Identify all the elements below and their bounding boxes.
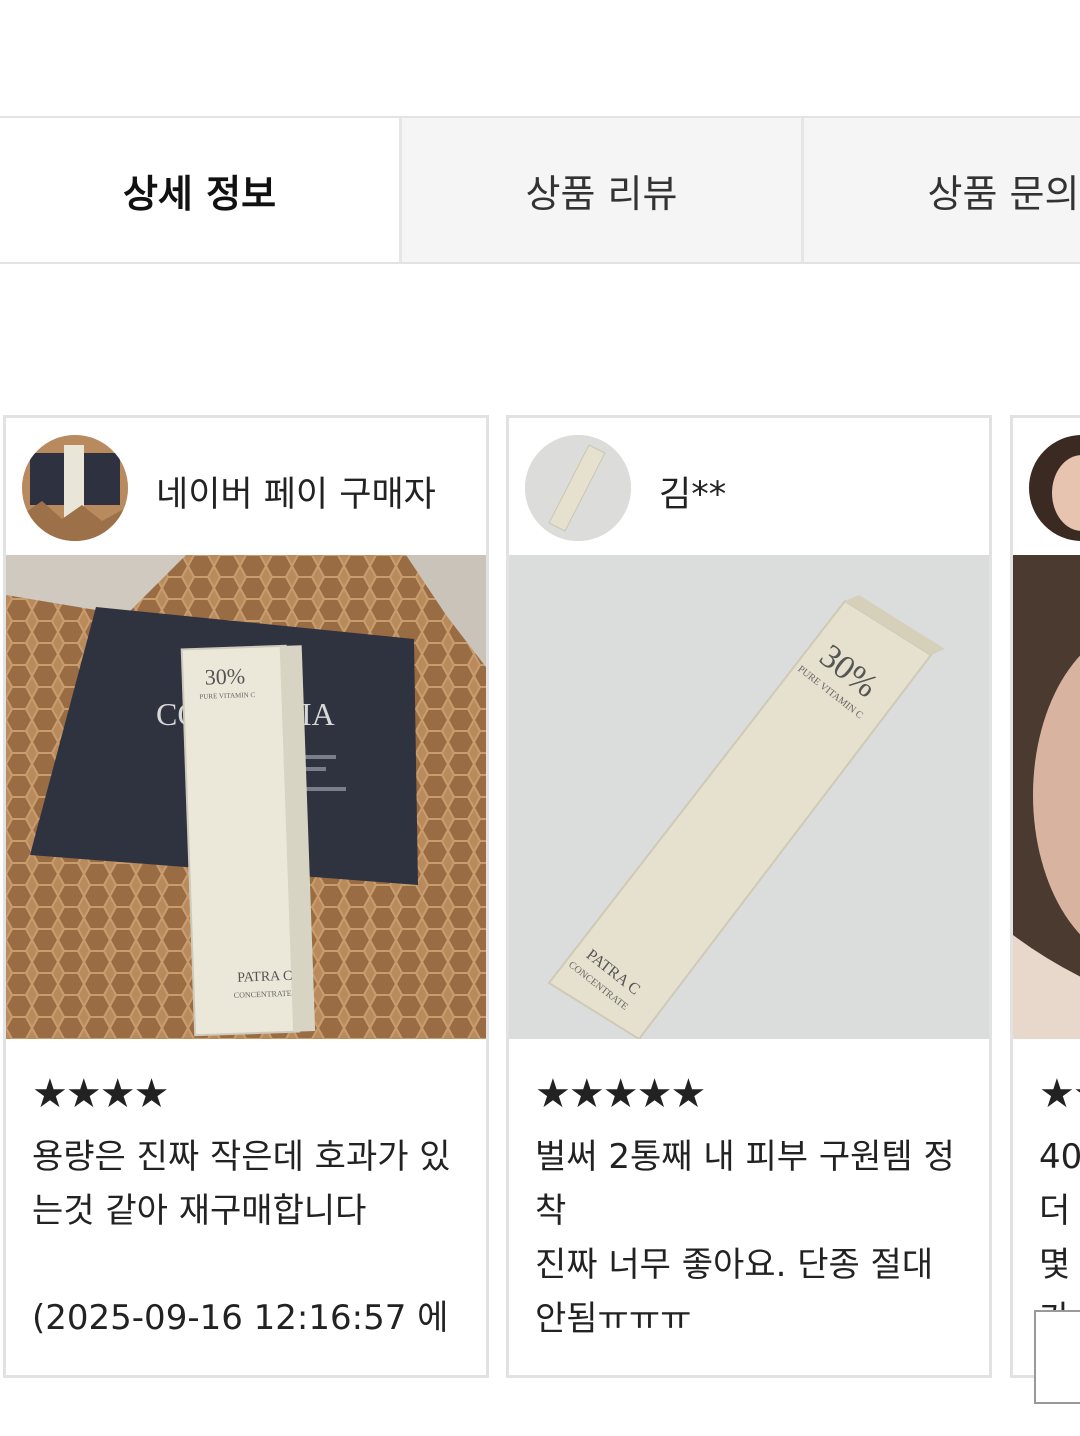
avatar: [1029, 435, 1080, 541]
product-page: 상세 정보 상품 리뷰 상품 문의 네이버 페이 구매자 30% PURE VI…: [0, 0, 1080, 1436]
review-text: 용량은 진짜 작은데 호과가 있 는것 같아 재구매합니다: [32, 1137, 451, 1231]
star-rating: ★★★★★: [535, 1071, 706, 1117]
tab-reviews[interactable]: 상품 리뷰: [402, 118, 804, 262]
avatar: [525, 435, 631, 541]
product-tabs: 상세 정보 상품 리뷰 상품 문의: [0, 116, 1080, 264]
review-text: 벌써 2통째 내 피부 구원템 정 착 진짜 너무 좋아요. 단종 절대 안됨ㅠ…: [535, 1137, 955, 1339]
scroll-to-top-button[interactable]: [1034, 1310, 1080, 1404]
review-photo-image: COSTALGIA 30% PURE VITAMIN C PATRA C CON…: [6, 555, 486, 1039]
tab-details[interactable]: 상세 정보: [0, 118, 402, 262]
tab-inquiries[interactable]: 상품 문의: [804, 118, 1080, 262]
avatar-image: [1029, 435, 1080, 541]
star-rating: ★★★★: [32, 1071, 169, 1117]
review-carousel[interactable]: 네이버 페이 구매자 COSTALGIA: [0, 415, 1080, 1380]
avatar: [22, 435, 128, 541]
review-photo[interactable]: [1013, 555, 1080, 1039]
review-photo-image: [1013, 555, 1080, 1039]
reviewer-name: 김**: [659, 475, 727, 515]
review-photo[interactable]: COSTALGIA 30% PURE VITAMIN C PATRA C CON…: [6, 555, 486, 1039]
review-photo-image: 30% PURE VITAMIN C PATRA C CONCENTRATE: [509, 555, 989, 1039]
star-rating: ★★: [1039, 1071, 1080, 1117]
review-card-header: 김**: [509, 418, 989, 555]
review-card-header: 네이버 페이 구매자: [6, 418, 486, 555]
review-photo[interactable]: 30% PURE VITAMIN C PATRA C CONCENTRATE: [509, 555, 989, 1039]
review-date: (2025-09-16 12:16:57 에: [32, 1298, 449, 1338]
box-name-text: PATRA C: [237, 969, 293, 986]
review-card-header: [1013, 418, 1080, 555]
box-percent-text: 30%: [204, 663, 245, 689]
review-card[interactable]: 네이버 페이 구매자 COSTALGIA: [3, 415, 489, 1378]
review-card[interactable]: 김** 30% PURE VITAMIN C PATRA C CONCENTRA…: [506, 415, 992, 1378]
reviewer-name: 네이버 페이 구매자: [156, 475, 436, 515]
avatar-image: [22, 435, 128, 541]
review-card[interactable]: ★★ 40 더 몇 가: [1010, 415, 1080, 1378]
avatar-image: [525, 435, 631, 541]
